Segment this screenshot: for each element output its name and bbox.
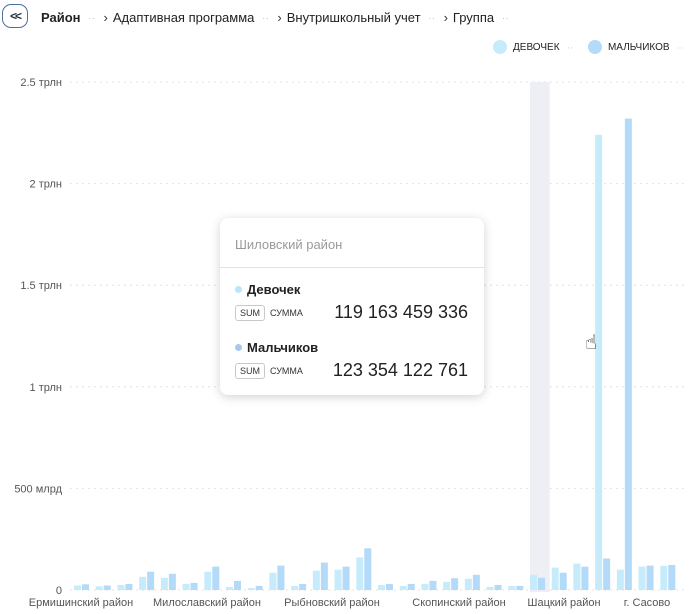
tooltip-series-name: Девочек — [247, 282, 301, 297]
bar — [624, 118, 632, 591]
x-tick-label: Рыбновский район — [284, 597, 380, 609]
bar — [247, 587, 255, 590]
bar — [182, 583, 190, 590]
bar — [160, 577, 168, 590]
bar — [668, 565, 676, 590]
bar — [117, 584, 125, 590]
x-tick-label: Милославский район — [153, 597, 261, 609]
bar — [451, 578, 459, 590]
bar — [334, 569, 342, 590]
bar — [538, 577, 545, 590]
bar — [312, 570, 320, 590]
aggregation-badge: SUM — [235, 362, 265, 379]
bar — [139, 576, 147, 590]
bar — [356, 557, 364, 590]
y-tick-label: 1.5 трлн — [20, 280, 62, 292]
bar — [386, 583, 393, 590]
y-tick-label: 1 трлн — [30, 382, 62, 394]
series-dot — [235, 344, 242, 351]
bar — [212, 566, 220, 590]
bar — [660, 565, 668, 590]
bar — [168, 573, 176, 590]
bar — [530, 574, 537, 590]
bar — [204, 571, 212, 590]
bar — [103, 585, 111, 590]
bar — [494, 584, 502, 590]
bar — [508, 585, 516, 590]
bar — [320, 562, 328, 590]
x-tick-label: Ермишинский район — [29, 597, 133, 609]
bar — [226, 586, 233, 590]
bar — [407, 583, 415, 590]
bar — [516, 585, 524, 590]
tooltip-value: 119 163 459 336 — [334, 302, 468, 322]
bar — [234, 580, 241, 590]
bar — [559, 572, 567, 590]
bar — [443, 581, 451, 590]
bar — [551, 567, 559, 590]
hand-pointer-icon: ☝ — [585, 332, 598, 354]
series-dot — [235, 286, 242, 293]
bar — [95, 586, 103, 590]
bar — [269, 572, 277, 590]
hover-highlight-band — [530, 82, 550, 592]
aggregation-label: СУММА — [270, 307, 303, 318]
bar — [616, 569, 624, 590]
bar — [573, 563, 581, 590]
bar — [255, 585, 263, 590]
x-tick-label: Скопинский район — [412, 597, 505, 609]
bar — [342, 566, 350, 590]
y-tick-label: 2 трлн — [30, 179, 62, 191]
bar — [277, 565, 285, 590]
bar — [581, 566, 589, 590]
aggregation-badge: SUM — [235, 304, 265, 321]
bar — [638, 566, 646, 590]
bar — [147, 571, 155, 590]
x-tick-label: Шацкий район — [527, 597, 600, 609]
tooltip-value: 123 354 122 761 — [332, 360, 468, 380]
bar — [486, 586, 494, 590]
bar — [421, 583, 429, 590]
bar — [364, 548, 372, 590]
aggregation-label: СУММА — [270, 365, 303, 376]
bar — [125, 583, 133, 590]
bar — [472, 574, 480, 590]
bar — [464, 578, 472, 590]
bar — [378, 584, 385, 590]
bar — [299, 583, 307, 590]
bar — [399, 585, 407, 590]
y-tick-label: 0 — [56, 585, 62, 597]
bar — [190, 582, 198, 590]
bar — [603, 558, 611, 590]
bar — [291, 585, 299, 590]
y-tick-label: 500 млрд — [14, 483, 62, 495]
tooltip-series-name: Мальчиков — [247, 340, 319, 355]
tooltip-title: Шиловский район — [220, 218, 484, 268]
y-tick-label: 2.5 трлн — [20, 77, 62, 89]
bar — [646, 565, 654, 590]
bar — [595, 134, 603, 590]
bar — [82, 584, 89, 590]
bar — [429, 580, 437, 590]
tooltip-row-boys: Мальчиков SUM СУММА 123 354 122 761 — [235, 340, 468, 381]
bar — [74, 585, 81, 590]
tooltip-row-girls: Девочек SUM СУММА 119 163 459 336 — [235, 282, 468, 323]
chart-tooltip: Шиловский район Девочек SUM СУММА 119 16… — [220, 218, 484, 395]
x-tick-label: г. Сасово — [624, 597, 671, 609]
